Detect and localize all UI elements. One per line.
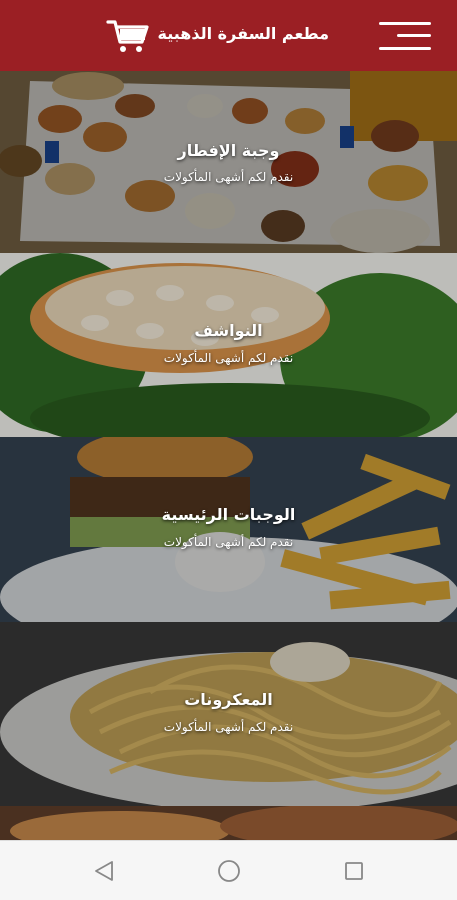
partial-category-image (0, 806, 457, 840)
category-list[interactable]: وجبة الإفطار نقدم لكم أشهى المأكولات الن… (0, 71, 457, 840)
category-card-partial[interactable] (0, 806, 457, 840)
shopping-cart-icon[interactable] (106, 18, 150, 54)
image-overlay (0, 622, 457, 806)
app-header: مطعم السفرة الذهبية (0, 0, 457, 71)
category-title: المعكرونات (184, 690, 273, 709)
category-card-breakfast[interactable]: وجبة الإفطار نقدم لكم أشهى المأكولات (0, 71, 457, 253)
app-title: مطعم السفرة الذهبية (157, 24, 330, 43)
category-subtitle: نقدم لكم أشهى المأكولات (163, 351, 294, 365)
category-card-pasta[interactable]: المعكرونات نقدم لكم أشهى المأكولات (0, 622, 457, 806)
hamburger-menu-icon[interactable] (379, 20, 431, 52)
home-circle-icon[interactable] (215, 857, 243, 885)
category-subtitle: نقدم لكم أشهى المأكولات (163, 535, 294, 549)
system-navigation-bar (0, 840, 457, 900)
image-overlay (0, 437, 457, 622)
category-card-main-meals[interactable]: الوجبات الرئيسية نقدم لكم أشهى المأكولات (0, 437, 457, 622)
category-card-nawashef[interactable]: النواشف نقدم لكم أشهى المأكولات (0, 253, 457, 437)
image-overlay (0, 71, 457, 253)
recents-square-icon[interactable] (340, 857, 368, 885)
image-overlay (0, 253, 457, 437)
category-title: وجبة الإفطار (177, 141, 280, 160)
category-subtitle: نقدم لكم أشهى المأكولات (163, 170, 294, 184)
category-title: الوجبات الرئيسية (161, 505, 296, 524)
category-subtitle: نقدم لكم أشهى المأكولات (163, 720, 294, 734)
category-title: النواشف (194, 321, 263, 340)
back-triangle-icon[interactable] (90, 857, 118, 885)
